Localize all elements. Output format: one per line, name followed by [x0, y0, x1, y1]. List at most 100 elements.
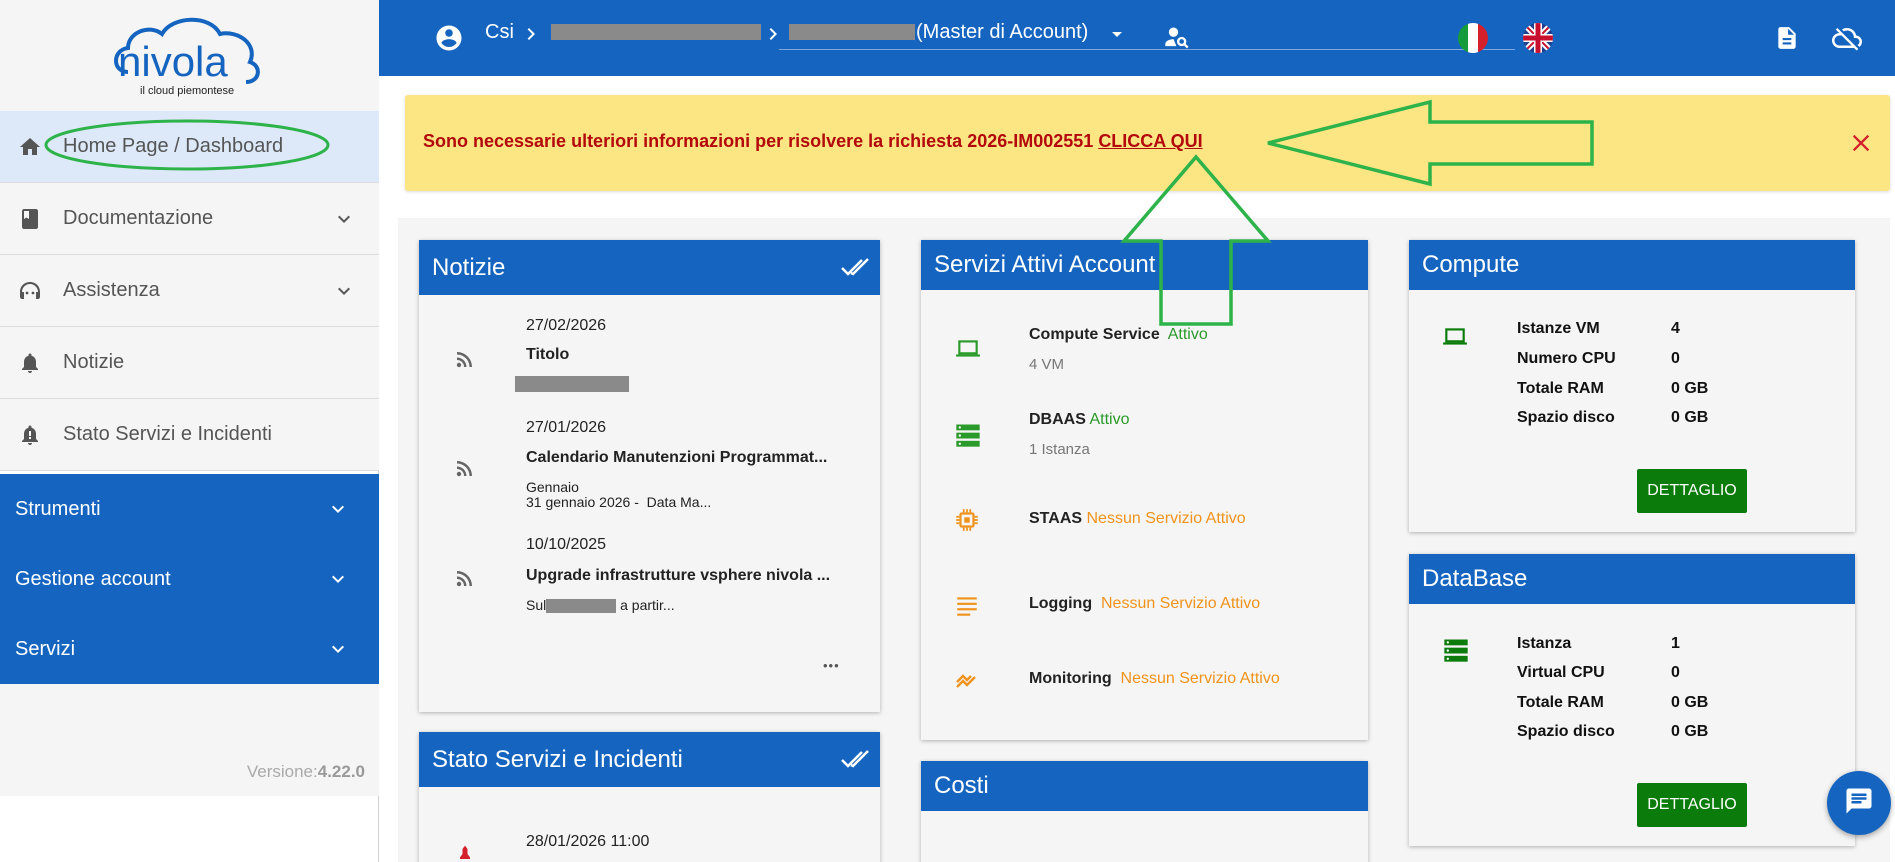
service-row-staas[interactable]: STAAS Nessun Servizio Attivo [1029, 510, 1246, 528]
chevron-down-icon[interactable] [326, 637, 350, 661]
news-excerpt: Sul a partir... [526, 597, 675, 614]
redacted-text [789, 24, 915, 40]
document-icon[interactable] [1774, 24, 1800, 57]
service-row-dbaas[interactable]: DBAAS Attivo [1029, 411, 1129, 429]
breadcrumb-underline [779, 49, 1515, 50]
redacted-text [551, 24, 761, 40]
chat-button[interactable] [1827, 771, 1891, 835]
news-excerpt: 31 gennaio 2026 - Data Ma... [526, 494, 712, 510]
chevron-down-icon[interactable] [332, 279, 356, 303]
card-header: DataBase [1409, 554, 1855, 604]
sidebar-item-home[interactable]: Home Page / Dashboard [0, 111, 379, 183]
sidebar-footer: Versione:4.22.0 [0, 684, 379, 796]
sidebar-item-notizie[interactable]: Notizie [0, 327, 379, 399]
card-header: Compute [1409, 240, 1855, 290]
bell-icon [17, 350, 43, 376]
card-header: Notizie [419, 240, 880, 295]
user-search-icon[interactable] [1163, 24, 1191, 57]
redacted-text [515, 376, 629, 392]
database-icon [1442, 636, 1470, 669]
news-title[interactable]: Upgrade infrastrutture vsphere nivola ..… [526, 567, 830, 585]
home-icon [17, 134, 43, 160]
database-label: Virtual CPU [1517, 664, 1605, 681]
news-title[interactable]: Titolo [526, 346, 569, 364]
user-circle-icon[interactable] [434, 23, 464, 58]
rss-icon [453, 566, 477, 595]
card-title: DataBase [1422, 565, 1528, 592]
compute-value: 0 [1671, 350, 1680, 367]
news-title[interactable]: Calendario Manutenzioni Programmat... [526, 449, 827, 467]
service-detail: 4 VM [1029, 356, 1065, 373]
sidebar-item-label: Stato Servizi e Incidenti [63, 423, 272, 445]
database-value: 1 [1671, 635, 1680, 652]
database-value: 0 [1671, 664, 1680, 681]
compute-value: 0 GB [1671, 380, 1709, 397]
database-detail-button[interactable]: DETTAGLIO [1637, 783, 1747, 827]
double-check-icon[interactable] [840, 254, 870, 287]
sidebar-item-label: Notizie [63, 351, 125, 373]
alert-link[interactable]: CLICCA QUI [1098, 131, 1202, 151]
sidebar-section-label: Gestione account [15, 567, 171, 590]
news-date: 10/10/2025 [526, 536, 607, 553]
compute-label: Istanze VM [1517, 320, 1600, 337]
incident-date: 28/01/2026 11:00 [526, 833, 650, 850]
laptop-icon [1440, 324, 1470, 355]
compute-label: Totale RAM [1517, 380, 1604, 397]
service-row-monitoring[interactable]: Monitoring Nessun Servizio Attivo [1029, 670, 1280, 688]
compute-detail-button[interactable]: DETTAGLIO [1637, 469, 1747, 513]
rss-icon [453, 456, 477, 485]
database-value: 0 GB [1671, 694, 1709, 711]
version-text: Versione:4.22.0 [246, 762, 365, 781]
service-detail: 1 Istanza [1029, 441, 1090, 458]
chip-icon [954, 507, 980, 538]
lines-icon [954, 593, 980, 624]
sidebar-section-label: Servizi [15, 637, 76, 660]
card-title: Stato Servizi e Incidenti [432, 745, 683, 773]
compute-value: 4 [1671, 320, 1680, 337]
more-options-icon[interactable]: ••• [823, 658, 840, 673]
sidebar-section-strumenti[interactable]: Strumenti [0, 474, 379, 544]
uk-flag-icon[interactable] [1522, 22, 1554, 59]
trend-icon [953, 669, 981, 698]
laptop-icon [953, 336, 983, 367]
sidebar-item-assistenza[interactable]: Assistenza [0, 255, 379, 327]
service-row-compute[interactable]: Compute Service Attivo [1029, 326, 1208, 344]
logo-tagline: il cloud piemontese [140, 85, 234, 97]
cloud-off-icon[interactable] [1831, 23, 1863, 58]
sidebar-section-servizi[interactable]: Servizi [0, 614, 379, 684]
database-value: 0 GB [1671, 723, 1709, 740]
sidebar-item-documentazione[interactable]: Documentazione [0, 183, 379, 255]
nivola-logo[interactable]: nivola il cloud piemontese [0, 0, 379, 111]
double-check-icon[interactable] [840, 746, 870, 779]
database-icon [954, 421, 982, 454]
dropdown-arrow-icon[interactable] [1105, 22, 1129, 51]
database-card: DataBase Istanza 1 Virtual CPU 0 Totale … [1409, 554, 1855, 846]
card-title: Notizie [432, 253, 506, 281]
alert-message: Sono necessarie ulteriori informazioni p… [423, 131, 1203, 151]
news-excerpt: Gennaio [526, 479, 579, 495]
rss-icon [453, 347, 477, 376]
chevron-right-icon [761, 22, 785, 51]
compute-value: 0 GB [1671, 409, 1709, 426]
database-label: Spazio disco [1517, 723, 1615, 740]
chevron-down-icon[interactable] [326, 497, 350, 521]
sidebar-item-label: Documentazione [63, 207, 214, 229]
stato-servizi-card: Stato Servizi e Incidenti 28/01/2026 11:… [419, 732, 880, 862]
breadcrumb-account[interactable]: (Master di Account) [916, 21, 1088, 44]
close-icon[interactable] [1847, 129, 1875, 162]
italian-flag-icon[interactable] [1457, 22, 1489, 59]
card-header: Servizi Attivi Account [921, 240, 1368, 290]
sidebar-section-gestione-account[interactable]: Gestione account [0, 544, 379, 614]
chevron-down-icon[interactable] [326, 567, 350, 591]
chevron-right-icon [519, 22, 543, 51]
breadcrumb-org[interactable]: Csi [485, 21, 514, 44]
logo-brand-text: nivola [118, 38, 228, 85]
database-label: Istanza [1517, 635, 1572, 652]
news-date: 27/01/2026 [526, 419, 607, 436]
sidebar-item-stato-servizi[interactable]: Stato Servizi e Incidenti [0, 399, 379, 471]
sidebar-item-label: Assistenza [63, 279, 160, 301]
chevron-down-icon[interactable] [332, 207, 356, 231]
service-row-logging[interactable]: Logging Nessun Servizio Attivo [1029, 595, 1260, 613]
chat-icon [1844, 786, 1874, 821]
database-label: Totale RAM [1517, 694, 1604, 711]
